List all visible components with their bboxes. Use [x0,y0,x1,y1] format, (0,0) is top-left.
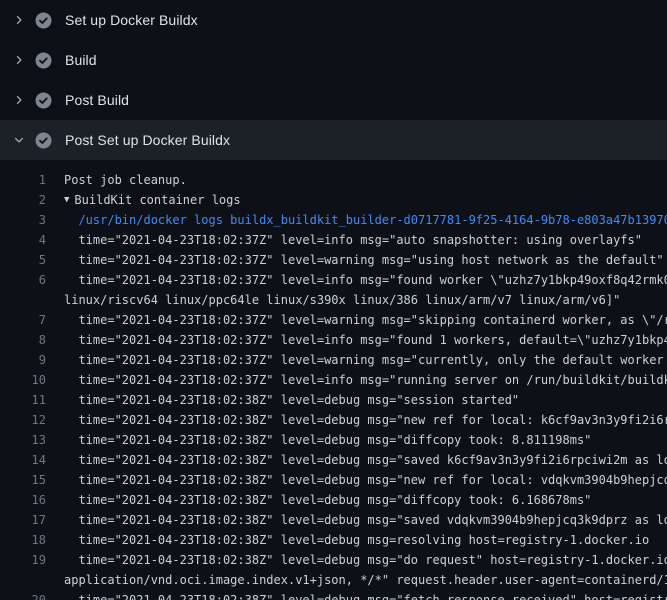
log-row: 16 time="2021-04-23T18:02:38Z" level=deb… [0,490,667,510]
check-circle-icon [35,132,52,149]
log-line-text: /usr/bin/docker logs buildx_buildkit_bui… [64,210,667,230]
log-line-text: time="2021-04-23T18:02:38Z" level=debug … [64,410,667,430]
expander-triangle-icon[interactable]: ▼ [64,190,69,210]
log-row: application/vnd.oci.image.index.v1+json,… [0,570,667,590]
step-label: Post Set up Docker Buildx [65,132,230,148]
log-line-text: time="2021-04-23T18:02:38Z" level=debug … [64,450,667,470]
log-row: 14 time="2021-04-23T18:02:38Z" level=deb… [0,450,667,470]
line-number[interactable]: 5 [0,250,46,270]
line-number-gutter [0,290,46,310]
chevron-down-icon[interactable] [11,132,27,148]
log-line-text: time="2021-04-23T18:02:38Z" level=debug … [64,550,667,570]
log-line-text: Post job cleanup. [64,170,187,190]
line-number[interactable]: 7 [0,310,46,330]
log-row: 3 /usr/bin/docker logs buildx_buildkit_b… [0,210,667,230]
step-header[interactable]: Build [0,40,667,80]
line-number[interactable]: 17 [0,510,46,530]
log-line-text: time="2021-04-23T18:02:38Z" level=debug … [64,530,649,550]
log-row: 19 time="2021-04-23T18:02:38Z" level=deb… [0,550,667,570]
log-line-text: time="2021-04-23T18:02:37Z" level=info m… [64,330,667,350]
log-row: 15 time="2021-04-23T18:02:38Z" level=deb… [0,470,667,490]
log-line-text: time="2021-04-23T18:02:37Z" level=warnin… [64,350,667,370]
line-number[interactable]: 8 [0,330,46,350]
step-list: Set up Docker Buildx Build Post Build [0,0,667,160]
log-row: 10 time="2021-04-23T18:02:37Z" level=inf… [0,370,667,390]
log-line-text: time="2021-04-23T18:02:37Z" level=info m… [64,270,667,290]
line-number[interactable]: 15 [0,470,46,490]
check-circle-icon [35,52,52,69]
line-number[interactable]: 12 [0,410,46,430]
log-row: 7 time="2021-04-23T18:02:37Z" level=warn… [0,310,667,330]
check-circle-icon [35,92,52,109]
log-line-text: time="2021-04-23T18:02:37Z" level=info m… [64,230,642,250]
log-row: 9 time="2021-04-23T18:02:37Z" level=warn… [0,350,667,370]
log-line-text: time="2021-04-23T18:02:37Z" level=warnin… [64,310,667,330]
log-row: linux/riscv64 linux/ppc64le linux/s390x … [0,290,667,310]
log-row: 8 time="2021-04-23T18:02:37Z" level=info… [0,330,667,350]
line-number[interactable]: 19 [0,550,46,570]
chevron-right-icon[interactable] [11,92,27,108]
log-row: 6 time="2021-04-23T18:02:37Z" level=info… [0,270,667,290]
step-label: Post Build [65,92,129,108]
line-number[interactable]: 6 [0,270,46,290]
log-line-text: linux/riscv64 linux/ppc64le linux/s390x … [64,290,620,310]
actions-log-viewer: Set up Docker Buildx Build Post Build [0,0,667,600]
log-row: 17 time="2021-04-23T18:02:38Z" level=deb… [0,510,667,530]
chevron-right-icon[interactable] [11,52,27,68]
log-line-text: time="2021-04-23T18:02:37Z" level=warnin… [64,250,664,270]
step-label: Build [65,52,97,68]
line-number[interactable]: 10 [0,370,46,390]
log-line-text: application/vnd.oci.image.index.v1+json,… [64,570,667,590]
log-output: 1 Post job cleanup. 2 ▼BuildKit containe… [0,160,667,600]
log-line-text: time="2021-04-23T18:02:38Z" level=debug … [64,470,667,490]
log-row: 18 time="2021-04-23T18:02:38Z" level=deb… [0,530,667,550]
line-number[interactable]: 4 [0,230,46,250]
check-circle-icon [35,12,52,29]
log-row: 11 time="2021-04-23T18:02:38Z" level=deb… [0,390,667,410]
line-number[interactable]: 11 [0,390,46,410]
log-line-text: time="2021-04-23T18:02:38Z" level=debug … [64,490,591,510]
log-row: 4 time="2021-04-23T18:02:37Z" level=info… [0,230,667,250]
line-number[interactable]: 3 [0,210,46,230]
line-number[interactable]: 2 [0,190,46,210]
chevron-right-icon[interactable] [11,12,27,28]
log-row: 5 time="2021-04-23T18:02:37Z" level=warn… [0,250,667,270]
log-line-text: time="2021-04-23T18:02:37Z" level=info m… [64,370,667,390]
log-line-text: time="2021-04-23T18:02:38Z" level=debug … [64,590,667,600]
line-number[interactable]: 14 [0,450,46,470]
log-row: 12 time="2021-04-23T18:02:38Z" level=deb… [0,410,667,430]
step-header[interactable]: Set up Docker Buildx [0,0,667,40]
log-line-text: time="2021-04-23T18:02:38Z" level=debug … [64,510,667,530]
log-row: 1 Post job cleanup. [0,170,667,190]
line-number[interactable]: 1 [0,170,46,190]
line-number[interactable]: 13 [0,430,46,450]
line-number[interactable]: 9 [0,350,46,370]
log-row: 20 time="2021-04-23T18:02:38Z" level=deb… [0,590,667,600]
line-number[interactable]: 18 [0,530,46,550]
step-header[interactable]: Post Set up Docker Buildx [0,120,667,160]
step-label: Set up Docker Buildx [65,12,198,28]
line-number[interactable]: 20 [0,590,46,600]
log-line-text: time="2021-04-23T18:02:38Z" level=debug … [64,390,519,410]
log-row: 2 ▼BuildKit container logs [0,190,667,210]
step-header[interactable]: Post Build [0,80,667,120]
log-group-label[interactable]: BuildKit container logs [74,190,240,210]
line-number-gutter [0,570,46,590]
log-row: 13 time="2021-04-23T18:02:38Z" level=deb… [0,430,667,450]
log-line-text: time="2021-04-23T18:02:38Z" level=debug … [64,430,591,450]
line-number[interactable]: 16 [0,490,46,510]
